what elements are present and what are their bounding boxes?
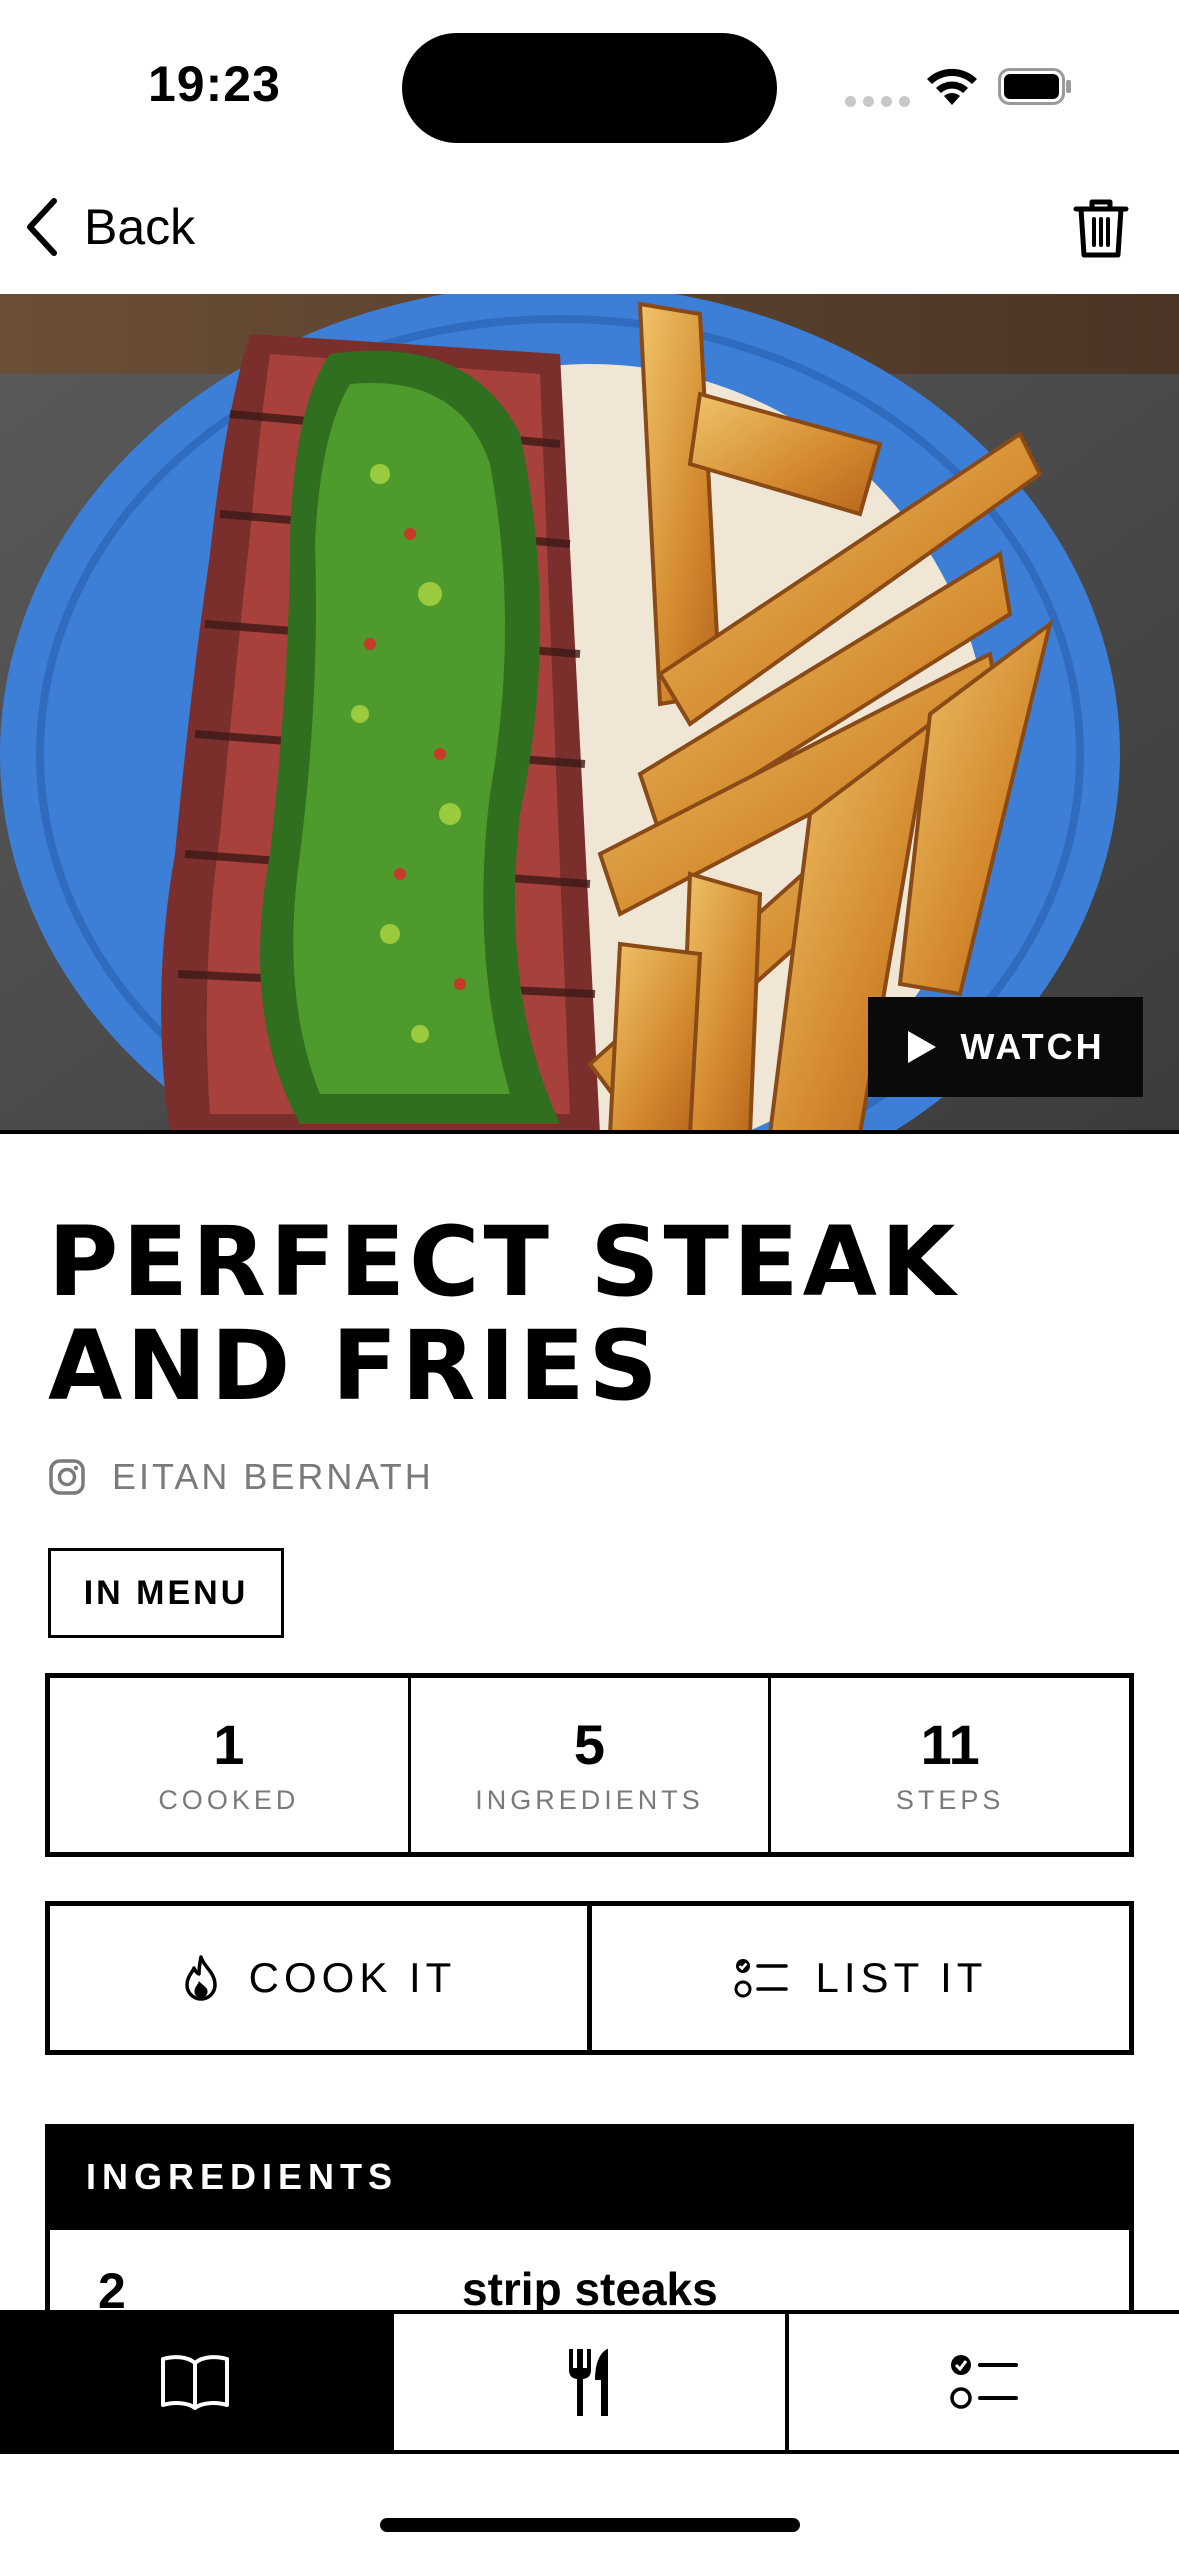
cellular-signal-icon	[845, 96, 910, 107]
tab-list[interactable]	[784, 2314, 1179, 2450]
recipe-title-line-2: AND FRIES	[48, 1310, 662, 1422]
back-label: Back	[84, 199, 196, 255]
dynamic-island	[402, 33, 777, 143]
play-icon	[908, 1031, 937, 1063]
checklist-icon	[734, 1959, 788, 1998]
battery-icon	[998, 68, 1071, 105]
tab-cook[interactable]	[390, 2314, 784, 2450]
flame-icon	[184, 1955, 217, 2001]
bottom-tab-bar	[0, 2310, 1179, 2454]
watch-video-button[interactable]: WATCH	[868, 997, 1143, 1097]
wifi-icon	[927, 68, 977, 105]
stat-value: 11	[920, 1712, 980, 1776]
stat-cooked: 1 COOKED	[50, 1678, 408, 1852]
stat-label: STEPS	[895, 1784, 1005, 1815]
home-indicator[interactable]	[380, 2518, 800, 2532]
ingredient-name: strip steaks	[462, 2263, 718, 2315]
book-icon	[161, 2355, 230, 2410]
back-button[interactable]: Back	[22, 192, 195, 262]
stat-steps: 11 STEPS	[768, 1678, 1129, 1852]
stat-value: 5	[573, 1712, 606, 1776]
trash-icon[interactable]	[1068, 195, 1134, 261]
utensils-icon	[569, 2349, 609, 2416]
list-it-label: LIST IT	[815, 1954, 988, 2001]
status-time: 19:23	[148, 56, 281, 112]
list-it-button[interactable]: LIST IT	[587, 1906, 1129, 2050]
tab-recipe[interactable]	[0, 2314, 391, 2450]
author-name: EITAN BERNATH	[112, 1456, 434, 1497]
author-link[interactable]: EITAN BERNATH	[48, 1456, 434, 1498]
cook-it-label: COOK IT	[248, 1954, 457, 2001]
recipe-title: PERFECT STEAK AND FRIES	[48, 1210, 1148, 1418]
stat-label: INGREDIENTS	[475, 1784, 704, 1815]
recipe-stats: 1 COOKED 5 INGREDIENTS 11 STEPS	[45, 1673, 1134, 1857]
stat-value: 1	[213, 1712, 245, 1776]
stat-ingredients: 5 INGREDIENTS	[407, 1678, 769, 1852]
status-bar: 19:23	[0, 0, 1179, 175]
watch-label: WATCH	[960, 1026, 1105, 1067]
chevron-left-icon	[27, 198, 57, 256]
recipe-title-line-1: PERFECT STEAK	[48, 1206, 960, 1318]
in-menu-badge[interactable]: IN MENU	[48, 1548, 284, 1638]
home-indicator-area	[0, 2454, 1179, 2556]
ingredients-header: INGREDIENTS	[50, 2124, 1129, 2230]
cook-it-button[interactable]: COOK IT	[50, 1906, 587, 2050]
recipe-actions: COOK IT LIST IT	[45, 1901, 1134, 2055]
instagram-icon	[49, 1459, 85, 1495]
stat-label: COOKED	[158, 1784, 300, 1815]
checklist-icon	[950, 2355, 1018, 2409]
